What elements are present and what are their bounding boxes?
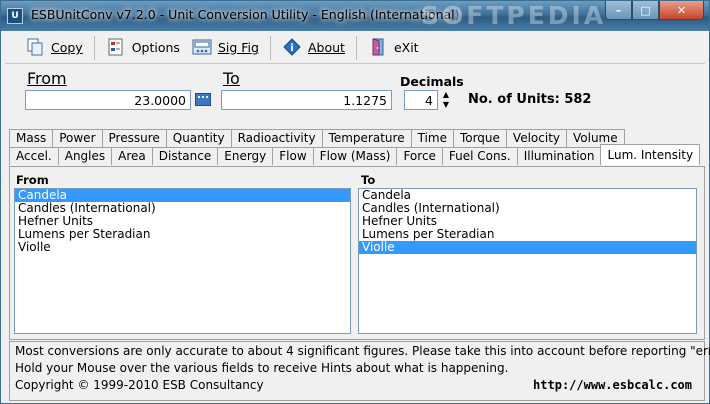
tab-temperature[interactable]: Temperature bbox=[321, 129, 412, 147]
title-bar[interactable]: U ESBUnitConv v7.2.0 - Unit Conversion U… bbox=[1, 1, 709, 31]
tab-power[interactable]: Power bbox=[52, 129, 103, 147]
copy-label: Copy bbox=[51, 40, 83, 55]
about-icon: i bbox=[282, 37, 302, 58]
tab-lum-intensity[interactable]: Lum. Intensity bbox=[600, 144, 701, 165]
from-unit-list[interactable]: Candela Candles (International) Hefner Uni… bbox=[14, 188, 351, 334]
tab-distance[interactable]: Distance bbox=[151, 147, 219, 165]
tab-quantity[interactable]: Quantity bbox=[165, 129, 232, 147]
tab-torque[interactable]: Torque bbox=[452, 129, 507, 147]
from-list-label: From bbox=[16, 173, 49, 187]
website-link[interactable]: http://www.esbcalc.com bbox=[533, 378, 692, 392]
conversion-panel: From To Candela Candles (International) He… bbox=[9, 166, 705, 340]
about-label: About bbox=[307, 40, 345, 55]
decimals-label: Decimals bbox=[400, 74, 464, 89]
tab-flow-mass[interactable]: Flow (Mass) bbox=[312, 147, 398, 165]
from-label: From bbox=[27, 69, 67, 88]
tab-mass[interactable]: Mass bbox=[9, 129, 54, 147]
accuracy-note: Most conversions are only accurate to ab… bbox=[15, 344, 710, 358]
tab-accel[interactable]: Accel. bbox=[9, 147, 59, 165]
toolbar: Copy Options Sig Fig i About eXit bbox=[5, 32, 705, 64]
tabs-row-2: Accel. Angles Area Distance Energy Flow Flow (… bbox=[9, 144, 701, 165]
copy-button[interactable]: Copy bbox=[19, 34, 89, 62]
tab-angles[interactable]: Angles bbox=[57, 147, 113, 165]
units-count: No. of Units: 582 bbox=[468, 92, 592, 107]
copy-icon bbox=[25, 38, 45, 58]
decimals-field[interactable]: 4 bbox=[404, 90, 438, 110]
tab-radioactivity[interactable]: Radioactivity bbox=[230, 129, 323, 147]
status-panel: Most conversions are only accurate to ab… bbox=[9, 341, 710, 401]
sig-fig-label: Sig Fig bbox=[217, 40, 259, 55]
calculator-icon[interactable] bbox=[195, 93, 211, 106]
list-item[interactable]: Lumens per Steradian bbox=[359, 228, 696, 241]
caption-buttons: – □ ✕ bbox=[605, 1, 704, 20]
tab-flow[interactable]: Flow bbox=[272, 147, 314, 165]
decimals-spinner[interactable]: ▲ ▼ bbox=[441, 90, 451, 110]
list-item[interactable]: Lumens per Steradian bbox=[15, 228, 350, 241]
to-unit-list[interactable]: Candela Candles (International) Hefner Uni… bbox=[358, 188, 697, 334]
tab-illumination[interactable]: Illumination bbox=[516, 147, 602, 165]
toolbar-separator bbox=[355, 35, 357, 60]
minimize-button[interactable]: – bbox=[605, 1, 632, 20]
about-button[interactable]: i About bbox=[276, 34, 351, 62]
softpedia-watermark: SOFTPEDIA bbox=[421, 1, 607, 30]
app-window: U ESBUnitConv v7.2.0 - Unit Conversion U… bbox=[0, 0, 710, 404]
tab-area[interactable]: Area bbox=[111, 147, 153, 165]
list-item[interactable]: Violle bbox=[15, 241, 350, 254]
tab-energy[interactable]: Energy bbox=[217, 147, 274, 165]
spin-up-icon[interactable]: ▲ bbox=[441, 90, 451, 100]
app-icon: U bbox=[7, 8, 23, 24]
options-label: Options bbox=[131, 40, 180, 55]
spin-down-icon[interactable]: ▼ bbox=[441, 100, 451, 110]
copyright: Copyright © 1999-2010 ESB Consultancy bbox=[15, 378, 264, 392]
tab-pressure[interactable]: Pressure bbox=[101, 129, 167, 147]
maximize-button[interactable]: □ bbox=[632, 1, 659, 20]
sig-fig-button[interactable]: Sig Fig bbox=[186, 34, 265, 62]
exit-button[interactable]: eXit bbox=[362, 34, 425, 62]
tab-velocity[interactable]: Velocity bbox=[505, 129, 567, 147]
window-title: ESBUnitConv v7.2.0 - Unit Conversion Uti… bbox=[31, 7, 460, 22]
exit-icon bbox=[368, 37, 388, 58]
tab-time[interactable]: Time bbox=[410, 129, 454, 147]
to-value-field[interactable]: 1.1275 bbox=[221, 90, 392, 110]
exit-label: eXit bbox=[393, 40, 419, 55]
tab-force[interactable]: Force bbox=[396, 147, 443, 165]
svg-text:i: i bbox=[290, 43, 293, 54]
sig-fig-icon bbox=[192, 38, 212, 58]
tabs-row-1: Mass Power Pressure Quantity Radioactivity Te… bbox=[9, 129, 625, 147]
tab-fuel-cons[interactable]: Fuel Cons. bbox=[441, 147, 518, 165]
options-button[interactable]: Options bbox=[100, 34, 186, 62]
toolbar-separator bbox=[93, 35, 95, 60]
options-icon bbox=[106, 38, 126, 58]
toolbar-separator bbox=[269, 35, 271, 60]
close-button[interactable]: ✕ bbox=[659, 1, 704, 20]
to-label: To bbox=[223, 69, 240, 88]
from-value-field[interactable]: 23.0000 bbox=[25, 90, 191, 110]
hint-note: Hold your Mouse over the various fields … bbox=[15, 361, 509, 375]
list-item[interactable]: Violle bbox=[359, 241, 696, 254]
to-list-label: To bbox=[361, 173, 376, 187]
